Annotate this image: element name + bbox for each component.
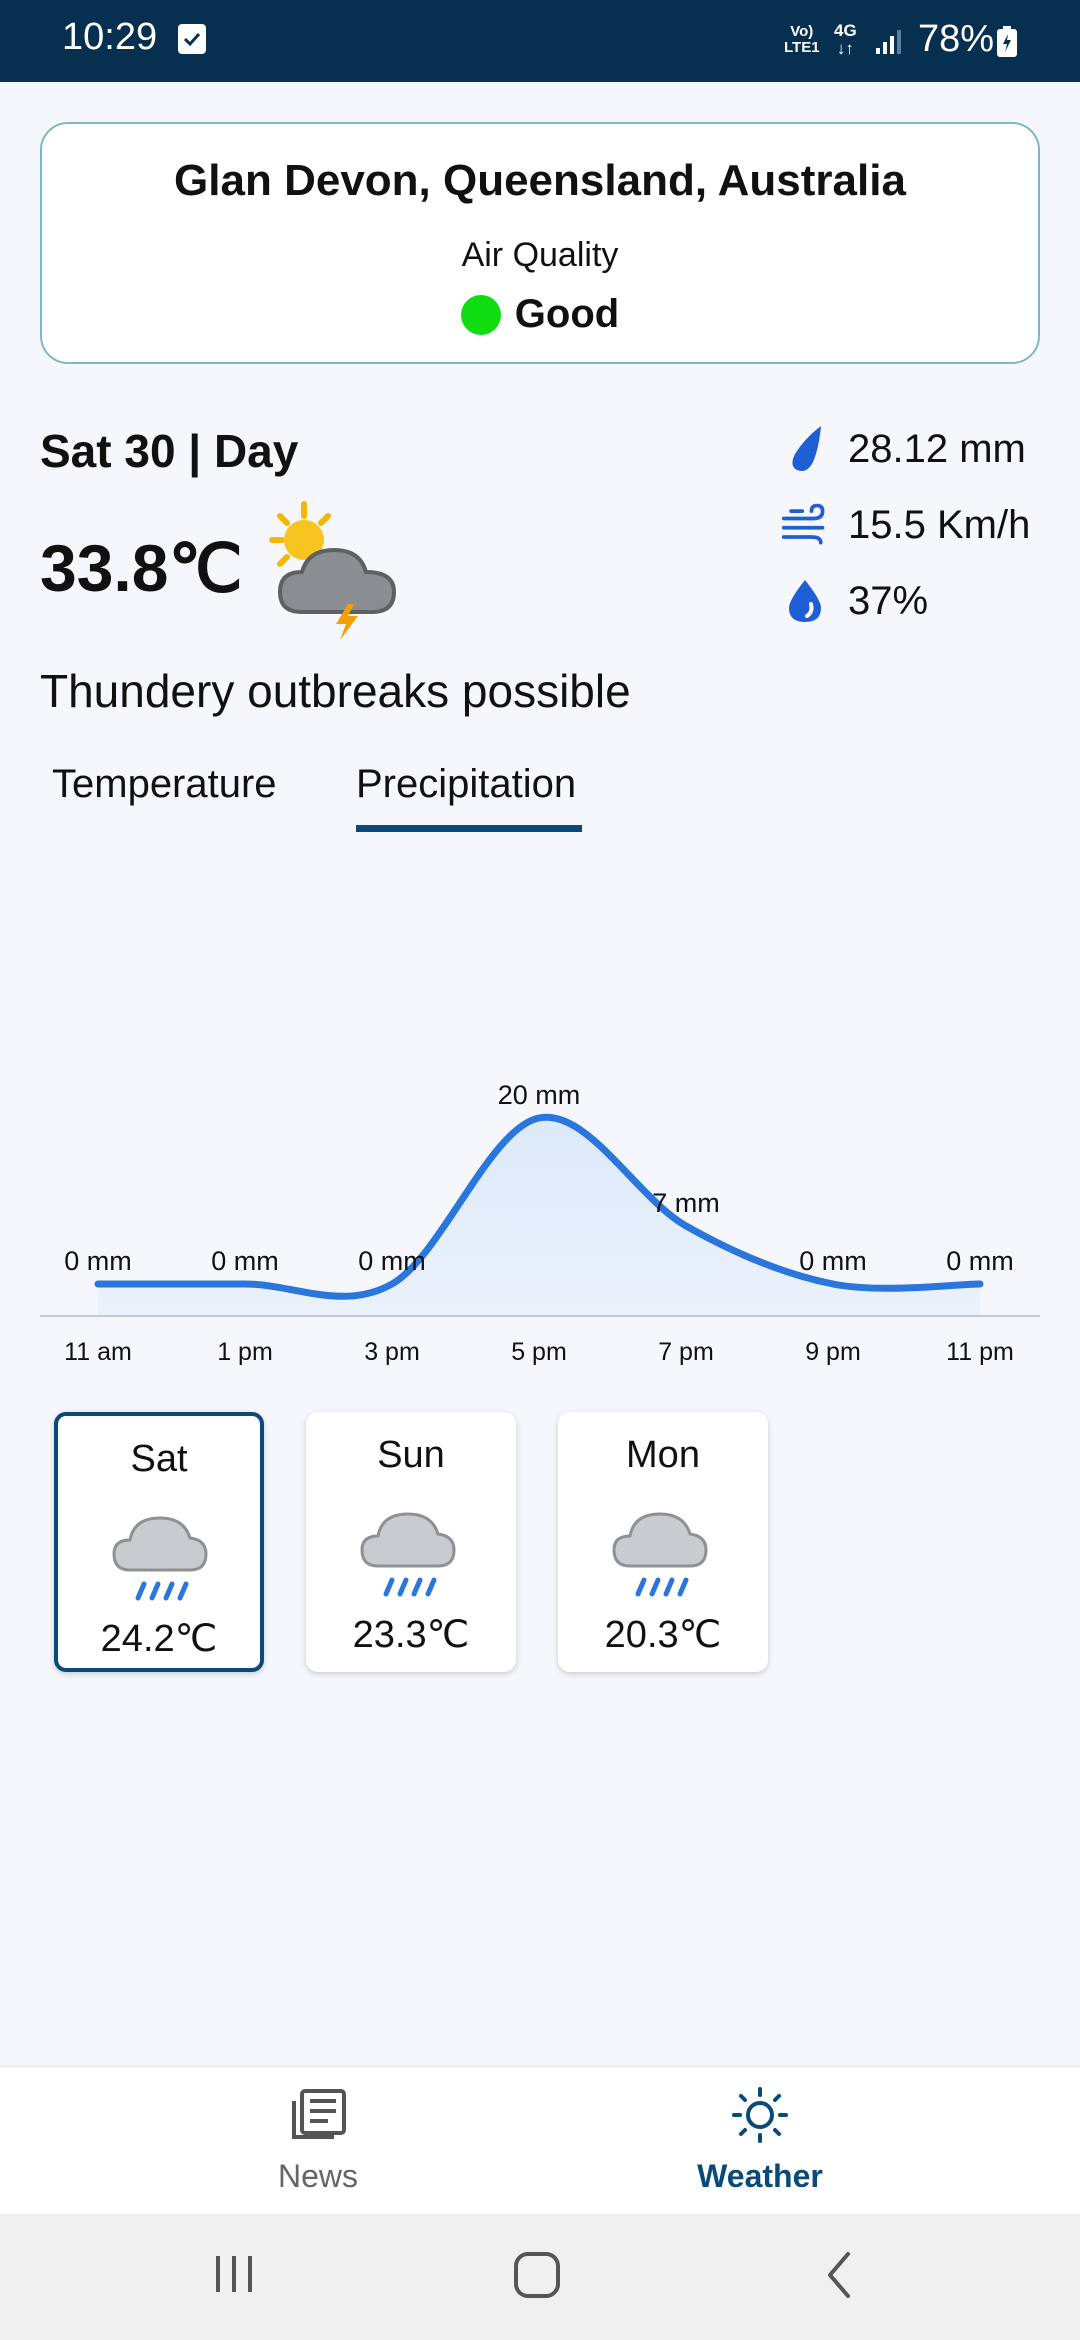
humidity-drop-icon	[780, 576, 830, 626]
checkbox-notification-icon	[178, 24, 206, 54]
forecast-card-sat[interactable]: Sat 24.2℃	[54, 1412, 264, 1672]
system-navigation-bar	[0, 2214, 1080, 2340]
chart-data-label: 7 mm	[652, 1188, 720, 1218]
chart-x-tick-label: 7 pm	[658, 1338, 714, 1366]
chart-data-label: 0 mm	[358, 1246, 426, 1276]
status-bar: 10:29 Vo) LTE1 4G ↓↑ 78%	[0, 0, 1080, 82]
home-icon[interactable]	[512, 2250, 562, 2305]
air-quality-status: Good	[42, 292, 1038, 337]
precipitation-chart: 0 mm 11 am 0 mm 1 pm 0 mm 3 pm 20 mm 5 pm 7 mm 7 …	[40, 1080, 1040, 1366]
forecast-day: Sat	[130, 1438, 188, 1480]
status-dot-icon	[460, 294, 501, 335]
chart-data-label: 0 mm	[211, 1246, 279, 1276]
air-quality-card: Glan Devon, Queensland, Australia Air Qu…	[40, 122, 1040, 364]
air-quality-label: Air Quality	[461, 236, 619, 274]
current-day-label: Sat 30 | Day	[40, 425, 299, 477]
condition-text: Thundery outbreaks possible	[40, 665, 631, 717]
wind-icon	[780, 500, 830, 550]
location-title: Glan Devon, Queensland, Australia	[174, 156, 906, 205]
wind-stat: 15.5 Km/h	[780, 500, 1030, 550]
chart-data-label: 20 mm	[498, 1080, 581, 1110]
nav-weather[interactable]: Weather	[640, 2087, 880, 2195]
wind-value: 15.5 Km/h	[848, 502, 1031, 547]
sun-icon	[730, 2087, 790, 2147]
forecast-temp: 24.2℃	[100, 1618, 218, 1660]
volte-indicator: Vo) LTE1	[784, 23, 820, 56]
chart-data-label: 0 mm	[64, 1246, 132, 1276]
cloud-rain-icon	[110, 1508, 210, 1609]
forecast-day: Sun	[377, 1434, 445, 1476]
news-icon	[288, 2089, 348, 2147]
raindrop-slanted-icon	[780, 424, 830, 474]
chart-x-tick-label: 11 pm	[946, 1338, 1014, 1366]
tab-temperature[interactable]: Temperature	[52, 762, 277, 825]
chart-x-tick-label: 9 pm	[805, 1338, 861, 1366]
forecast-temp: 20.3℃	[604, 1614, 722, 1656]
current-temperature: 33.8℃	[40, 531, 243, 605]
forecast-card-mon[interactable]: Mon 20.3℃	[558, 1412, 768, 1672]
chart-x-tick-label: 11 am	[64, 1338, 132, 1366]
status-time: 10:29	[62, 16, 158, 58]
nav-news[interactable]: News	[198, 2087, 438, 2195]
chart-x-tick-label: 3 pm	[364, 1338, 420, 1366]
forecast-day: Mon	[626, 1434, 700, 1476]
chart-x-tick-label: 1 pm	[217, 1338, 273, 1366]
nav-news-label: News	[277, 2158, 358, 2194]
sun-cloud-thunder-icon	[262, 500, 412, 645]
signal-icon	[874, 26, 904, 61]
forecast-card-sun[interactable]: Sun 23.3℃	[306, 1412, 516, 1672]
bottom-navigation: News Weather	[0, 2066, 1080, 2214]
humidity-value: 37%	[848, 578, 929, 623]
chart-x-tick-label: 5 pm	[511, 1338, 567, 1366]
battery-percent: 78%	[918, 18, 995, 60]
forecast-temp: 23.3℃	[352, 1614, 470, 1656]
recent-apps-icon[interactable]	[212, 2250, 256, 2303]
humidity-stat: 37%	[780, 576, 928, 626]
cloud-rain-icon	[358, 1504, 458, 1605]
precipitation-stat: 28.12 mm	[780, 424, 1026, 474]
network-type-indicator: 4G ↓↑	[834, 21, 857, 58]
chart-data-label: 0 mm	[799, 1246, 867, 1276]
nav-weather-label: Weather	[697, 2158, 823, 2194]
chart-data-label: 0 mm	[946, 1246, 1014, 1276]
cloud-rain-icon	[610, 1504, 710, 1605]
tab-precipitation[interactable]: Precipitation	[356, 762, 582, 832]
back-icon[interactable]	[822, 2250, 856, 2305]
battery-icon	[996, 26, 1018, 63]
precipitation-value: 28.12 mm	[848, 426, 1026, 471]
air-quality-value: Good	[514, 292, 620, 336]
